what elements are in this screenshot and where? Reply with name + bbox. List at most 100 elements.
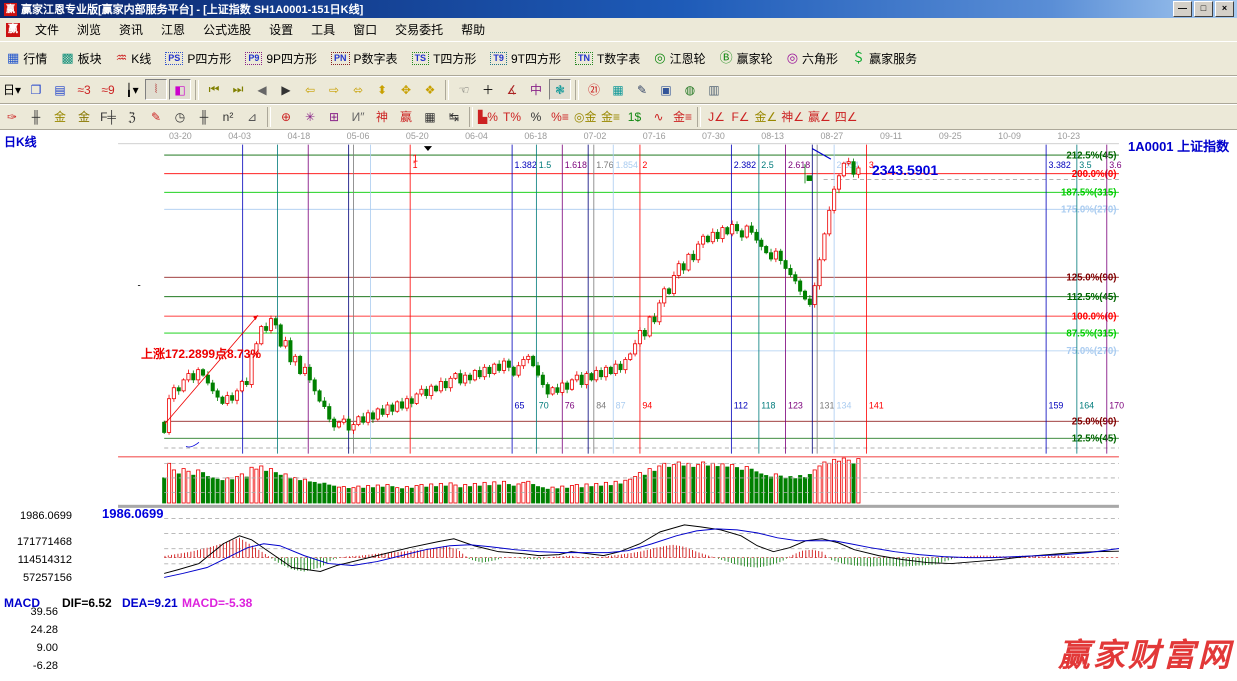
svg-text:125.0%(90): 125.0%(90)	[1066, 272, 1116, 283]
minimize-button[interactable]: —	[1173, 1, 1192, 17]
gold-line-2-icon[interactable]: 金≡	[671, 106, 693, 127]
candle-style-dropdown[interactable]: ╽▾	[121, 79, 143, 100]
percent-icon[interactable]: %	[525, 106, 547, 127]
ying-grid-icon[interactable]: 赢	[395, 106, 417, 127]
gold-line-icon[interactable]: 金≡	[599, 106, 621, 127]
ying-angle-icon[interactable]: 赢∠	[807, 106, 832, 127]
sector-blocks-button[interactable]: ▩板块	[54, 47, 108, 70]
shift-left-icon[interactable]: ⇦	[299, 79, 321, 100]
volume-profile-icon[interactable]: ◧	[169, 79, 191, 100]
menu-item-交易委托[interactable]: 交易委托	[386, 20, 452, 40]
gold-angle-icon[interactable]: 金∠	[753, 106, 778, 127]
f-angle-icon[interactable]: F∠	[729, 106, 751, 127]
winner-wheel-button[interactable]: Ⓑ赢家轮	[713, 47, 780, 70]
save-icon[interactable]: ▣	[655, 79, 677, 100]
windows-overlay-icon[interactable]: ❐	[25, 79, 47, 100]
n-quote-icon[interactable]: И″	[347, 106, 369, 127]
kline-period-dropdown[interactable]: 日▾	[1, 79, 23, 100]
hand-tool-icon[interactable]: ☜	[453, 79, 475, 100]
t-number-table-badge-icon: TN	[575, 52, 593, 65]
title-bar[interactable]: 赢 赢家江恩专业版[赢家内部服务平台] - [上证指数 SH1A0001-151…	[0, 0, 1237, 18]
angle-mirror-icon[interactable]: ⊿	[241, 106, 263, 127]
menu-item-浏览[interactable]: 浏览	[68, 20, 110, 40]
detail-list-icon[interactable]: ▤	[49, 79, 71, 100]
kline-button[interactable]: ♒K线	[109, 47, 159, 70]
gann-wheel-icon: ◎	[654, 51, 665, 65]
shift-right-icon[interactable]: ⇨	[323, 79, 345, 100]
svg-text:05-20: 05-20	[406, 131, 429, 141]
angle-measure-icon[interactable]: ∡	[501, 79, 523, 100]
svg-text:1.5: 1.5	[539, 160, 551, 170]
gold-circle-icon[interactable]: ◎金	[573, 106, 597, 127]
quote-table-button[interactable]: ▦行情	[0, 47, 54, 70]
j-angle-icon[interactable]: J∠	[705, 106, 727, 127]
t-square-button[interactable]: TST四方形	[405, 47, 484, 70]
spiral-ruler-icon[interactable]: ℨ	[121, 106, 143, 127]
calendar-21-icon[interactable]: ㉑	[583, 79, 605, 100]
grid-123-icon[interactable]: ▦	[419, 106, 441, 127]
last-bar-icon[interactable]: ⏭	[227, 79, 249, 100]
knife-tool-icon[interactable]: ✑	[1, 106, 23, 127]
p-square-button[interactable]: PSP四方形	[158, 47, 238, 70]
menu-item-文件[interactable]: 文件	[26, 20, 68, 40]
p-number-table-button[interactable]: PNP数字表	[324, 47, 405, 70]
red-pencil-ruler-icon[interactable]: ✎	[145, 106, 167, 127]
n-squared-icon[interactable]: n²	[217, 106, 239, 127]
menu-item-资讯[interactable]: 资讯	[110, 20, 152, 40]
expand-horizontal-icon[interactable]: ⬄	[347, 79, 369, 100]
compress-vertical-icon[interactable]: ✥	[395, 79, 417, 100]
web-browser-icon[interactable]: ◍	[679, 79, 701, 100]
expand-vertical-icon[interactable]: ❖	[419, 79, 441, 100]
percent-line-icon[interactable]: T%	[501, 106, 523, 127]
dollar-flag-icon[interactable]: 1$	[623, 106, 645, 127]
maximize-button[interactable]: □	[1194, 1, 1213, 17]
tick-ruler-icon[interactable]: ╫	[193, 106, 215, 127]
percent-red-icon[interactable]: %≡	[549, 106, 571, 127]
kline-chart-canvas[interactable]: 03-2004-0304-1805-0605-2006-0406-1807-02…	[0, 130, 1237, 681]
main-toolbar: ▦行情▩板块♒K线PSP四方形P99P四方形PNP数字表TST四方形T99T四方…	[0, 41, 1237, 76]
menu-item-工具[interactable]: 工具	[302, 20, 344, 40]
menu-item-窗口[interactable]: 窗口	[344, 20, 386, 40]
menu-item-公式选股[interactable]: 公式选股	[194, 20, 260, 40]
9p-square-button[interactable]: P99P四方形	[238, 47, 324, 70]
next-bar-icon[interactable]: ▶	[275, 79, 297, 100]
brain-tool-icon[interactable]: ❃	[549, 79, 571, 100]
gold-ruler-icon[interactable]: 金	[49, 106, 71, 127]
notes-icon[interactable]: ✎	[631, 79, 653, 100]
menu-item-帮助[interactable]: 帮助	[452, 20, 494, 40]
menu-item-江恩[interactable]: 江恩	[152, 20, 194, 40]
candlestick-icon: ♒	[116, 51, 128, 65]
hexagon-button[interactable]: ◎六角形	[780, 47, 845, 70]
crosshair-icon[interactable]: ＋	[477, 79, 499, 100]
gann-wheel-button[interactable]: ◎江恩轮	[647, 47, 712, 70]
wave-3-icon[interactable]: ≈3	[73, 79, 95, 100]
calculator-icon[interactable]: ▦	[607, 79, 629, 100]
shen-angle-icon[interactable]: 神∠	[780, 106, 805, 127]
wave-gold-icon[interactable]: ∿	[647, 106, 669, 127]
9t-square-button[interactable]: T99T四方形	[483, 47, 568, 70]
t-number-table-button[interactable]: TNT数字表	[568, 47, 647, 70]
first-bar-icon[interactable]: ⏮	[203, 79, 225, 100]
pattern-tool-icon[interactable]: 中	[525, 79, 547, 100]
zigzag-tool-icon[interactable]: ⦚	[145, 79, 167, 100]
shen-grid-icon[interactable]: 神	[371, 106, 393, 127]
winner-service-button[interactable]: ＄赢家服务	[845, 47, 924, 70]
si-angle-icon[interactable]: 四∠	[834, 106, 859, 127]
time-cycle-icon[interactable]: ◷	[169, 106, 191, 127]
workstation-icon[interactable]: ▥	[703, 79, 725, 100]
f-ruler-icon[interactable]: F╪	[97, 106, 119, 127]
circle-crosshair-icon[interactable]: ⊕	[275, 106, 297, 127]
close-button[interactable]: ×	[1215, 1, 1234, 17]
prev-bar-icon[interactable]: ◀	[251, 79, 273, 100]
compress-horizontal-icon[interactable]: ⬍	[371, 79, 393, 100]
svg-text:164: 164	[1079, 400, 1094, 410]
square-grid-icon[interactable]: ⊞	[323, 106, 345, 127]
star-grid-icon[interactable]: ✳	[299, 106, 321, 127]
menu-item-设置[interactable]: 设置	[260, 20, 302, 40]
chart-area[interactable]: 03-2004-0304-1805-0605-2006-0406-1807-02…	[0, 130, 1237, 681]
gold-ruler-2-icon[interactable]: 金	[73, 106, 95, 127]
price-percent-icon[interactable]: ▙%	[477, 106, 499, 127]
span-arrows-icon[interactable]: ↹	[443, 106, 465, 127]
wave-9-icon[interactable]: ≈9	[97, 79, 119, 100]
ruler-grid-icon[interactable]: ╫	[25, 106, 47, 127]
